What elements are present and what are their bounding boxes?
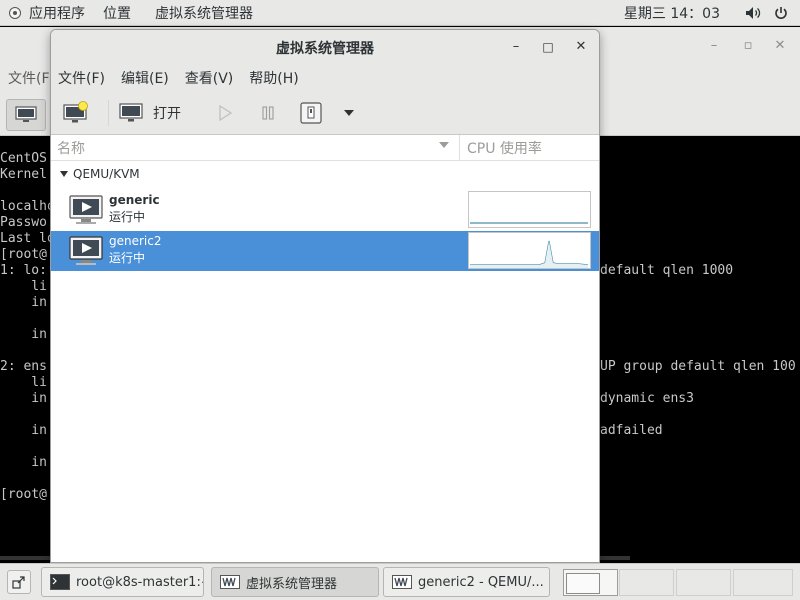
console-line: 2: ens (0, 359, 47, 374)
vm-row-generic2[interactable]: generic2 运行中 (51, 231, 599, 271)
virt-manager-window: 虚拟系统管理器 – □ ✕ 文件(F) 编辑(E) 查看(V) 帮助(H) 打开 (50, 29, 600, 563)
menu-help[interactable]: 帮助(H) (241, 68, 306, 88)
workspace-4[interactable] (733, 569, 793, 596)
task-terminal[interactable]: root@k8s-master1:~ (41, 567, 204, 597)
shutdown-icon (300, 102, 322, 124)
cpu-usage-graph (468, 232, 591, 269)
menu-edit[interactable]: 编辑(E) (113, 68, 177, 88)
run-button[interactable] (214, 97, 236, 129)
connection-group-row[interactable]: QEMU/KVM (51, 163, 599, 187)
workspace-2[interactable] (619, 569, 674, 596)
clock[interactable]: 星期三 14：03 (624, 3, 742, 23)
shutdown-dropdown-button[interactable] (341, 97, 357, 129)
console-line: [root@ (0, 247, 47, 262)
applications-menu[interactable]: 应用程序 (0, 0, 93, 26)
vm-name: generic2 (109, 234, 162, 248)
vm-monitor-icon (69, 235, 103, 267)
console-line: li (0, 375, 47, 390)
console-line: Last lo (0, 231, 55, 246)
chevron-down-icon (344, 110, 354, 116)
console-line: in (0, 295, 47, 310)
toolbar: 打开 (51, 92, 599, 135)
vm-row-generic[interactable]: generic 运行中 (51, 190, 599, 230)
menubar: 文件(F) 编辑(E) 查看(V) 帮助(H) (51, 64, 599, 92)
monitor-icon (119, 103, 143, 122)
bg-minimize-icon[interactable]: – (705, 37, 723, 55)
console-line: in (0, 423, 47, 438)
applications-label: 应用程序 (29, 5, 85, 22)
console-line: [root@ (0, 487, 47, 502)
pause-button[interactable] (256, 97, 280, 129)
minimize-icon[interactable]: – (507, 38, 525, 56)
vm-monitor-icon (69, 194, 103, 226)
console-line: CentOS (0, 151, 47, 166)
task-label: root@k8s-master1:~ (76, 574, 204, 590)
virt-manager-icon (392, 575, 412, 589)
window-titlebar[interactable]: 虚拟系统管理器 – □ ✕ (51, 30, 599, 64)
task-label: generic2 - QEMU/... (418, 574, 544, 590)
console-line-right: dynamic ens3 (600, 391, 694, 406)
vm-status: 运行中 (109, 251, 146, 265)
workspace-1[interactable] (563, 569, 618, 596)
task-generic2-console[interactable]: generic2 - QEMU/... (383, 567, 550, 597)
new-vm-icon (63, 101, 88, 123)
new-vm-button[interactable] (60, 97, 92, 129)
console-line: li (0, 279, 47, 294)
pause-icon (262, 106, 274, 120)
taskbar: root@k8s-master1:~ 虚拟系统管理器 generic2 - QE… (0, 563, 800, 600)
virt-manager-icon (220, 575, 240, 589)
terminal-icon (50, 574, 70, 590)
monitor-icon (15, 106, 37, 122)
show-desktop-icon (12, 576, 25, 589)
places-label: 位置 (103, 5, 131, 22)
console-line-right: UP group default qlen 100 (600, 359, 796, 374)
open-button[interactable]: 打开 (119, 97, 181, 129)
workspace-window-thumb (566, 573, 600, 594)
sort-arrow-icon[interactable] (439, 142, 449, 148)
vm-status: 运行中 (109, 210, 146, 224)
console-line-right: default qlen 1000 (600, 263, 734, 278)
toolbar-separator (108, 100, 109, 126)
column-divider (459, 135, 460, 160)
close-icon[interactable]: ✕ (572, 38, 590, 56)
shutdown-button[interactable] (300, 97, 322, 129)
expander-icon[interactable] (60, 171, 68, 177)
active-app-label: 虚拟系统管理器 (155, 5, 253, 22)
console-line: in (0, 327, 47, 342)
top-panel: 应用程序 位置 虚拟系统管理器 星期三 14：03 (0, 0, 800, 26)
column-header-name[interactable]: 名称 (57, 138, 85, 158)
column-header-cpu[interactable]: CPU 使用率 (467, 138, 542, 158)
bg-file-menu[interactable]: 文件(F (8, 68, 50, 88)
volume-icon[interactable] (742, 0, 764, 26)
console-line: Kernel (0, 167, 47, 182)
task-label: 虚拟系统管理器 (246, 576, 338, 592)
places-menu[interactable]: 位置 (93, 0, 139, 26)
console-line: Passwo (0, 215, 47, 230)
bg-console-button[interactable] (6, 99, 46, 131)
menu-view[interactable]: 查看(V) (177, 68, 242, 88)
console-line-right: adfailed (600, 423, 663, 438)
power-icon[interactable] (770, 0, 792, 26)
console-line: localho (0, 199, 55, 214)
list-header: 名称 CPU 使用率 (51, 135, 599, 161)
bg-maximize-icon[interactable]: ▫ (739, 37, 757, 55)
console-line: in (0, 391, 47, 406)
console-line: 1: lo: (0, 263, 47, 278)
active-app-menu[interactable]: 虚拟系统管理器 (139, 0, 261, 26)
workspace-3[interactable] (676, 569, 731, 596)
open-label: 打开 (153, 106, 181, 122)
menu-file[interactable]: 文件(F) (51, 68, 113, 88)
task-virt-manager[interactable]: 虚拟系统管理器 (211, 567, 379, 597)
bg-close-icon[interactable]: ✕ (771, 37, 789, 55)
play-icon (219, 105, 232, 121)
show-desktop-button[interactable] (7, 570, 31, 594)
connection-label: QEMU/KVM (73, 167, 140, 181)
cpu-usage-graph (468, 191, 591, 228)
maximize-icon[interactable]: □ (539, 38, 557, 56)
vm-name: generic (109, 193, 160, 207)
console-line: in (0, 455, 47, 470)
applications-icon (8, 6, 22, 20)
